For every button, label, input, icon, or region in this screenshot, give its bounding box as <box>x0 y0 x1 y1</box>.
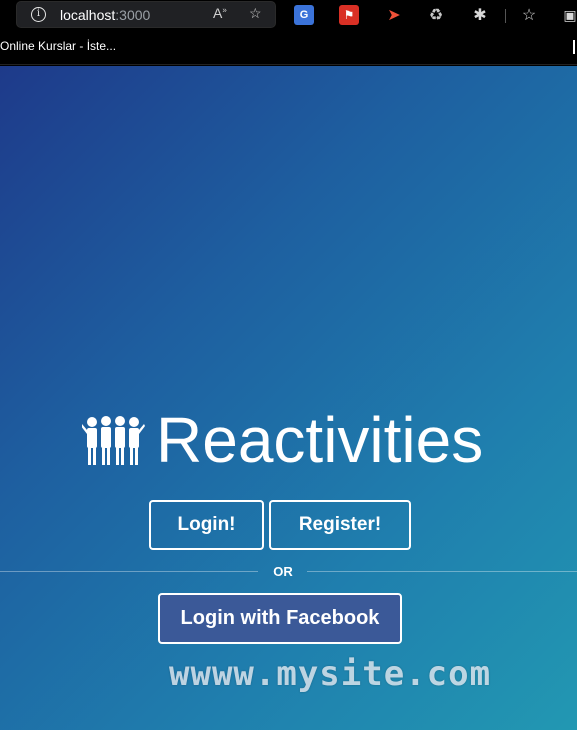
bookmarks-bar: Online Kurslar - İste... <box>0 32 577 65</box>
watermark: wwww.mysite.com <box>169 654 492 694</box>
bookmarks-overflow-marker <box>573 40 575 54</box>
url-host: localhost <box>60 7 116 23</box>
pdf-extension-icon[interactable]: ⚑ <box>339 5 359 25</box>
divider-left <box>0 571 258 572</box>
recycle-extension-icon[interactable]: ♻ <box>426 5 446 25</box>
page-title: Reactivities <box>156 404 484 476</box>
address-bar[interactable]: i localhost:3000 A» ☆ <box>16 1 276 28</box>
login-button[interactable]: Login! <box>149 500 264 550</box>
add-favorite-icon[interactable]: ☆ <box>249 5 262 22</box>
facebook-login-button[interactable]: Login with Facebook <box>158 593 402 644</box>
brand: Reactivities <box>82 408 483 472</box>
divider-right <box>307 571 577 572</box>
url-text[interactable]: localhost:3000 <box>60 7 150 23</box>
toolbar-separator <box>505 9 506 23</box>
url-port: :3000 <box>115 7 151 23</box>
register-button[interactable]: Register! <box>269 500 411 550</box>
masthead: Reactivities Login! Register! OR Login w… <box>0 66 577 730</box>
users-logo-icon <box>82 416 145 465</box>
translate-extension-icon[interactable]: G <box>294 5 314 25</box>
favorites-icon[interactable]: ☆ <box>519 5 539 25</box>
divider-label: OR <box>273 564 293 579</box>
browser-toolbar: i localhost:3000 A» ☆ G ⚑ ➤ ♻ ✱ ☆ ▣ <box>0 0 577 32</box>
extensions-puzzle-icon[interactable]: ✱ <box>470 5 490 25</box>
bookmark-item[interactable]: Online Kurslar - İste... <box>0 39 116 53</box>
site-info-icon[interactable]: i <box>31 7 46 22</box>
swift-extension-icon[interactable]: ➤ <box>384 5 404 25</box>
read-aloud-icon[interactable]: A» <box>213 5 227 21</box>
collections-icon[interactable]: ▣ <box>560 5 577 25</box>
